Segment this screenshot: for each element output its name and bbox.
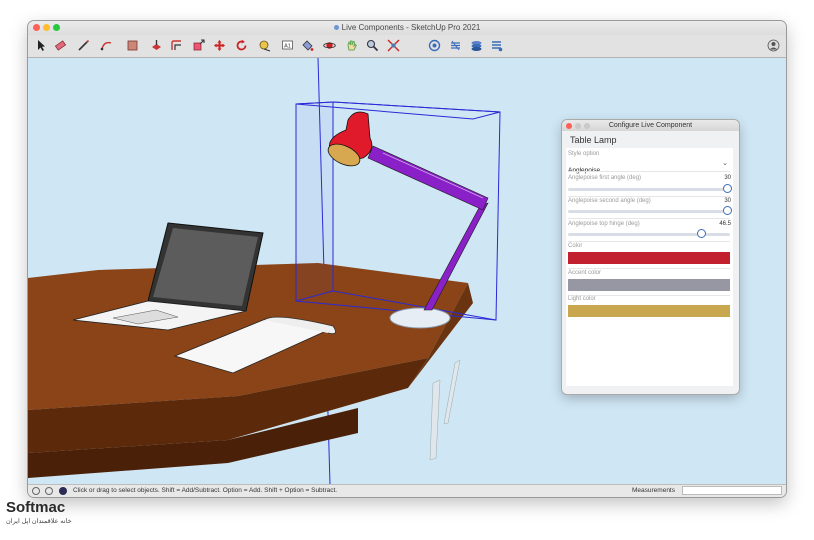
- color-swatch[interactable]: [568, 252, 730, 264]
- slider3-knob[interactable]: [696, 228, 706, 238]
- panel-title-bar: Configure Live Component: [562, 120, 739, 131]
- document-icon: [333, 25, 339, 31]
- window-title: Live Components - SketchUp Pro 2021: [341, 23, 481, 32]
- panel-zoom-button[interactable]: [584, 122, 590, 129]
- layers-tool-icon[interactable]: [469, 38, 484, 53]
- rotate-tool-icon[interactable]: [234, 38, 249, 53]
- account-icon[interactable]: [766, 38, 781, 53]
- configure-live-component-panel: Configure Live Component Table Lamp Styl…: [562, 120, 739, 394]
- slider1-value: 30: [724, 175, 731, 181]
- panel-heading: Table Lamp: [570, 135, 617, 145]
- slider1-label: Anglepoise first angle (deg): [568, 175, 642, 181]
- title-bar: Live Components - SketchUp Pro 2021: [28, 21, 786, 35]
- accent-color-swatch[interactable]: [568, 279, 730, 291]
- softmac-watermark: Softmac خانه علاقمندان اپل ایران: [6, 499, 102, 533]
- measurements-field[interactable]: [682, 486, 782, 495]
- paint-bucket-tool-icon[interactable]: [300, 38, 315, 53]
- push-pull-tool-icon[interactable]: [149, 38, 164, 53]
- measurements-label: Measurements: [632, 487, 675, 494]
- select-tool-icon[interactable]: [34, 38, 49, 53]
- components-tool-icon[interactable]: [489, 38, 504, 53]
- watermark-tagline: خانه علاقمندان اپل ایران: [6, 518, 72, 525]
- scale-tool-icon[interactable]: [191, 38, 206, 53]
- sketchup-window: Live Components - SketchUp Pro 2021 A1 C…: [28, 21, 786, 497]
- text-tool-icon[interactable]: A1: [280, 38, 295, 53]
- minimize-window-button[interactable]: [43, 24, 50, 31]
- slider2-label: Anglepoise second angle (deg): [568, 198, 651, 204]
- move-tool-icon[interactable]: [212, 38, 227, 53]
- color-label: Color: [568, 243, 583, 249]
- 3d-warehouse-icon[interactable]: [448, 38, 463, 53]
- orbit-tool-icon[interactable]: [322, 38, 337, 53]
- info-icon[interactable]: [45, 487, 53, 495]
- status-bar: Click or drag to select objects. Shift =…: [28, 484, 786, 497]
- pan-tool-icon[interactable]: [344, 38, 359, 53]
- slider3-value: 46.5: [719, 221, 731, 227]
- slider2-track[interactable]: [568, 210, 730, 213]
- tape-measure-tool-icon[interactable]: [257, 38, 272, 53]
- status-hint: Click or drag to select objects. Shift =…: [73, 487, 338, 494]
- accent-color-label: Accent color: [568, 270, 602, 276]
- close-window-button[interactable]: [33, 24, 40, 31]
- main-toolbar: A1: [28, 35, 786, 58]
- eraser-tool-icon[interactable]: [53, 38, 68, 53]
- user-status-icon[interactable]: [59, 487, 67, 495]
- arc-tool-icon[interactable]: [99, 38, 114, 53]
- panel-minimize-button[interactable]: [575, 122, 581, 129]
- watermark-brand: Softmac: [6, 499, 66, 516]
- help-icon[interactable]: [32, 487, 40, 495]
- panel-body: Style option Anglepoise ⌄ Anglepoise fir…: [566, 148, 733, 386]
- extension-warehouse-icon[interactable]: [427, 38, 442, 53]
- lamp-upper-arm: [367, 145, 489, 211]
- chevron-down-icon: ⌄: [722, 160, 728, 167]
- zoom-tool-icon[interactable]: [365, 38, 380, 53]
- zoom-window-button[interactable]: [53, 24, 60, 31]
- panel-title: Configure Live Component: [608, 122, 693, 129]
- line-tool-icon[interactable]: [76, 38, 91, 53]
- slider2-value: 30: [724, 198, 731, 204]
- offset-tool-icon[interactable]: [169, 38, 184, 53]
- lamp-base: [389, 307, 451, 329]
- slider3-label: Anglepoise top hinge (deg): [568, 221, 640, 227]
- slider2-knob[interactable]: [722, 205, 732, 215]
- style-option-select[interactable]: Anglepoise ⌄: [568, 159, 730, 174]
- rectangle-tool-icon[interactable]: [125, 38, 140, 53]
- style-option-label: Style option: [568, 151, 600, 157]
- panel-close-button[interactable]: [566, 122, 572, 129]
- light-color-label: Light color: [568, 296, 596, 302]
- svg-text:A1: A1: [284, 44, 291, 50]
- light-color-swatch[interactable]: [568, 305, 730, 317]
- zoom-extents-tool-icon[interactable]: [386, 38, 401, 53]
- slider1-knob[interactable]: [722, 183, 732, 193]
- slider1-track[interactable]: [568, 188, 730, 191]
